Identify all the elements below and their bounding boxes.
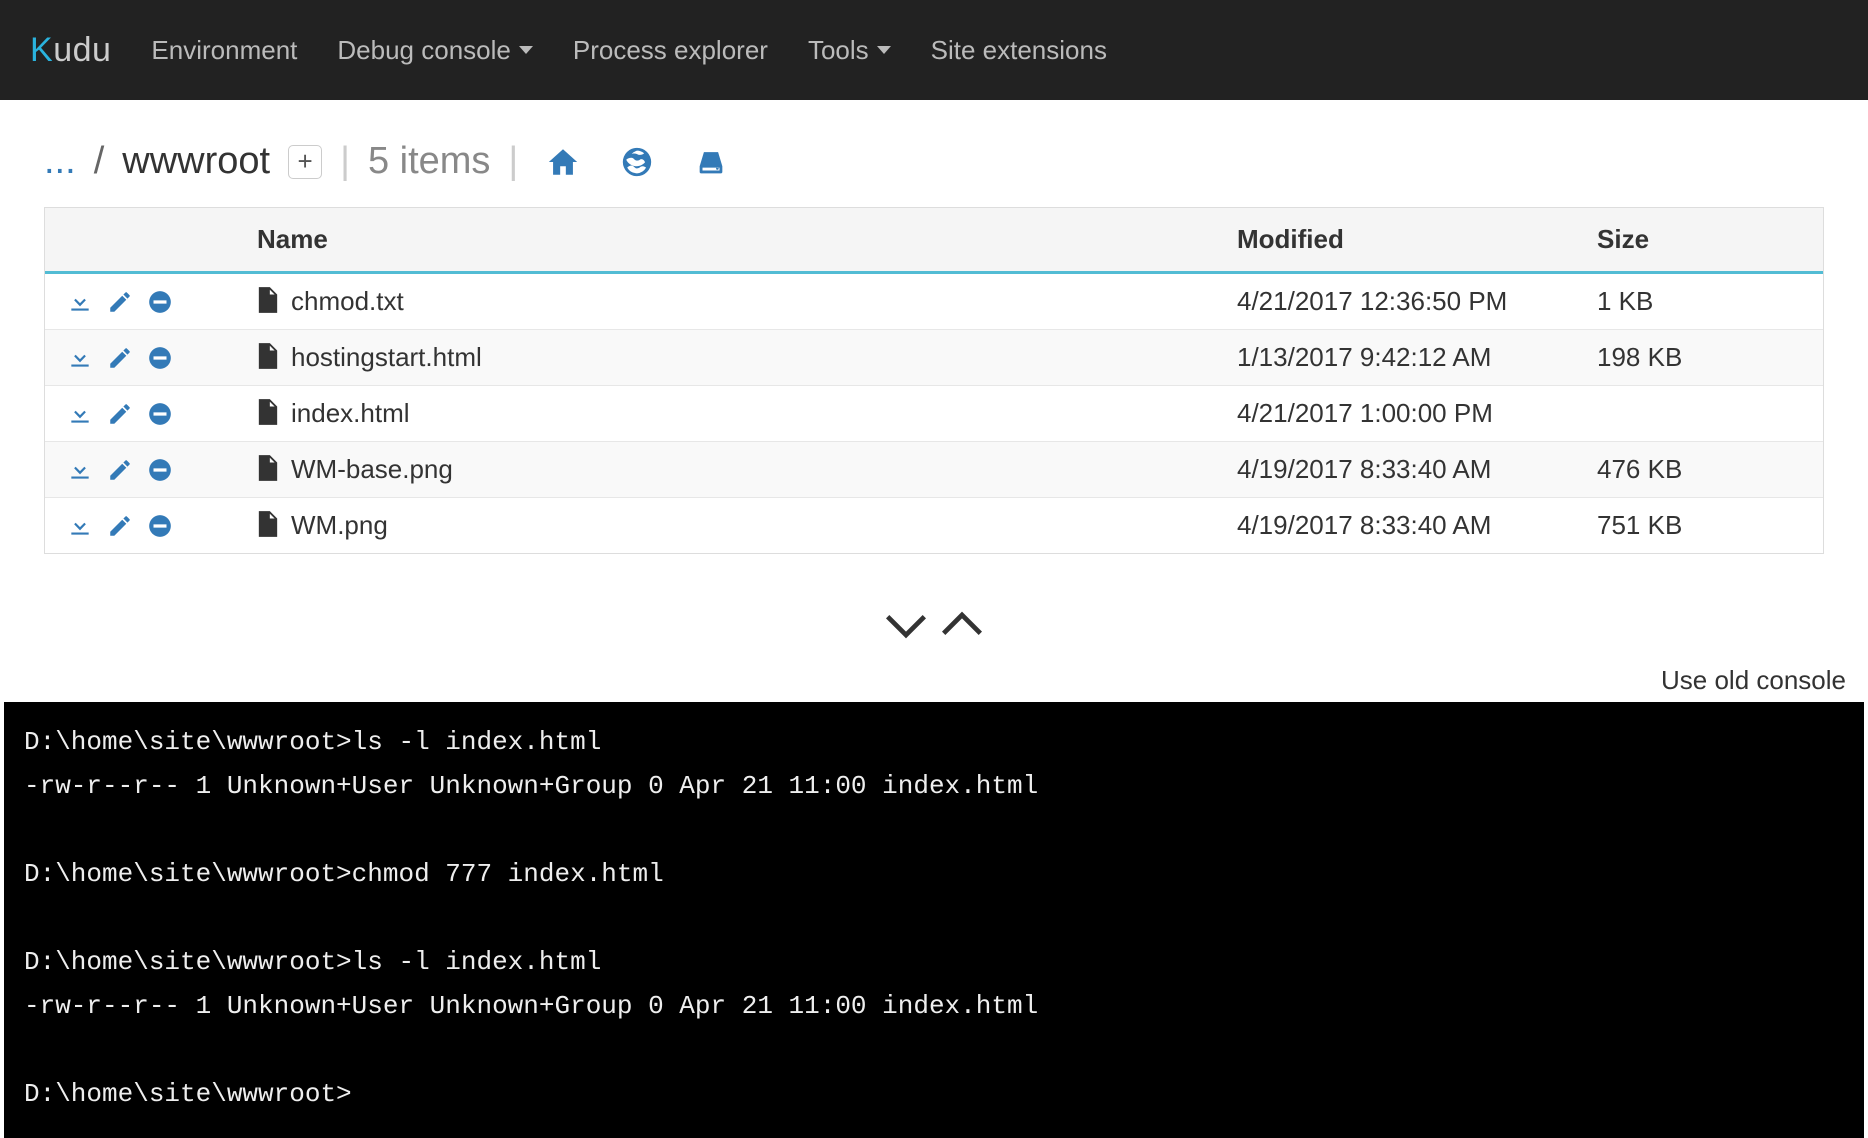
file-table-wrap: Name Modified Size chmod.t bbox=[44, 207, 1824, 554]
file-name[interactable]: WM.png bbox=[291, 510, 388, 540]
delete-icon[interactable] bbox=[147, 513, 173, 539]
brand-rest: udu bbox=[53, 31, 111, 69]
edit-icon[interactable] bbox=[107, 345, 133, 371]
file-modified: 1/13/2017 9:42:12 AM bbox=[1237, 342, 1491, 372]
nav-process-explorer[interactable]: Process explorer bbox=[573, 35, 768, 66]
use-old-console-link[interactable]: Use old console bbox=[1661, 665, 1846, 695]
nav-tools[interactable]: Tools bbox=[808, 35, 891, 66]
nav-menu: Environment Debug console Process explor… bbox=[151, 35, 1107, 66]
console-resize-handles bbox=[0, 554, 1868, 665]
globe-icon[interactable] bbox=[620, 145, 654, 179]
table-row: WM-base.png 4/19/2017 8:33:40 AM 476 KB bbox=[45, 442, 1823, 498]
table-row: chmod.txt 4/21/2017 12:36:50 PM 1 KB bbox=[45, 273, 1823, 330]
toolbar-icons bbox=[546, 145, 728, 179]
file-size: 198 KB bbox=[1597, 342, 1682, 372]
file-icon bbox=[257, 343, 279, 369]
file-name[interactable]: WM-base.png bbox=[291, 454, 453, 484]
download-icon[interactable] bbox=[67, 289, 93, 315]
chevron-up-icon[interactable] bbox=[942, 610, 982, 645]
caret-down-icon bbox=[519, 46, 533, 54]
file-modified: 4/19/2017 8:33:40 AM bbox=[1237, 510, 1491, 540]
table-row: index.html 4/21/2017 1:00:00 PM bbox=[45, 386, 1823, 442]
home-icon[interactable] bbox=[546, 145, 580, 179]
edit-icon[interactable] bbox=[107, 457, 133, 483]
download-icon[interactable] bbox=[67, 457, 93, 483]
download-icon[interactable] bbox=[67, 401, 93, 427]
file-size: 476 KB bbox=[1597, 454, 1682, 484]
table-row: WM.png 4/19/2017 8:33:40 AM 751 KB bbox=[45, 498, 1823, 554]
nav-debug-console-label: Debug console bbox=[337, 35, 510, 66]
toolbar-separator: | bbox=[340, 140, 350, 183]
col-modified[interactable]: Modified bbox=[1215, 208, 1575, 273]
delete-icon[interactable] bbox=[147, 289, 173, 315]
toolbar-separator: | bbox=[508, 140, 518, 183]
row-actions bbox=[67, 289, 213, 315]
breadcrumb-parent[interactable]: ... bbox=[44, 140, 76, 183]
file-modified: 4/21/2017 12:36:50 PM bbox=[1237, 286, 1507, 316]
brand-logo[interactable]: Kudu bbox=[30, 31, 111, 70]
debug-console[interactable]: D:\home\site\wwwroot>ls -l index.html -r… bbox=[4, 702, 1864, 1138]
file-icon bbox=[257, 455, 279, 481]
nav-tools-label: Tools bbox=[808, 35, 869, 66]
delete-icon[interactable] bbox=[147, 345, 173, 371]
col-actions bbox=[45, 208, 235, 273]
file-name[interactable]: chmod.txt bbox=[291, 286, 404, 316]
edit-icon[interactable] bbox=[107, 513, 133, 539]
brand-first-letter: K bbox=[30, 31, 53, 69]
nav-site-extensions[interactable]: Site extensions bbox=[931, 35, 1107, 66]
col-name[interactable]: Name bbox=[235, 208, 1215, 273]
nav-process-explorer-label: Process explorer bbox=[573, 35, 768, 66]
chevron-down-icon[interactable] bbox=[886, 610, 926, 645]
file-size: 751 KB bbox=[1597, 510, 1682, 540]
edit-icon[interactable] bbox=[107, 401, 133, 427]
row-actions bbox=[67, 513, 213, 539]
download-icon[interactable] bbox=[67, 345, 93, 371]
file-modified: 4/21/2017 1:00:00 PM bbox=[1237, 398, 1493, 428]
nav-environment-label: Environment bbox=[151, 35, 297, 66]
table-header-row: Name Modified Size bbox=[45, 208, 1823, 273]
nav-debug-console[interactable]: Debug console bbox=[337, 35, 532, 66]
add-item-button[interactable]: + bbox=[288, 145, 322, 179]
row-actions bbox=[67, 345, 213, 371]
file-table: Name Modified Size chmod.t bbox=[45, 208, 1823, 553]
row-actions bbox=[67, 401, 213, 427]
nav-environment[interactable]: Environment bbox=[151, 35, 297, 66]
caret-down-icon bbox=[877, 46, 891, 54]
table-row: hostingstart.html 1/13/2017 9:42:12 AM 1… bbox=[45, 330, 1823, 386]
use-old-console-row: Use old console bbox=[0, 665, 1868, 702]
download-icon[interactable] bbox=[67, 513, 93, 539]
navbar: Kudu Environment Debug console Process e… bbox=[0, 0, 1868, 100]
file-icon bbox=[257, 287, 279, 313]
breadcrumb-toolbar: ... / wwwroot + | 5 items | bbox=[0, 100, 1868, 207]
breadcrumb-current: wwwroot bbox=[122, 140, 270, 183]
nav-site-extensions-label: Site extensions bbox=[931, 35, 1107, 66]
col-size[interactable]: Size bbox=[1575, 208, 1823, 273]
file-name[interactable]: index.html bbox=[291, 398, 410, 428]
file-modified: 4/19/2017 8:33:40 AM bbox=[1237, 454, 1491, 484]
file-icon bbox=[257, 511, 279, 537]
edit-icon[interactable] bbox=[107, 289, 133, 315]
disk-icon[interactable] bbox=[694, 145, 728, 179]
row-actions bbox=[67, 457, 213, 483]
breadcrumb-slash: / bbox=[94, 140, 105, 183]
item-count: 5 items bbox=[368, 140, 490, 183]
delete-icon[interactable] bbox=[147, 457, 173, 483]
file-name[interactable]: hostingstart.html bbox=[291, 342, 482, 372]
delete-icon[interactable] bbox=[147, 401, 173, 427]
file-icon bbox=[257, 399, 279, 425]
file-size: 1 KB bbox=[1597, 286, 1653, 316]
